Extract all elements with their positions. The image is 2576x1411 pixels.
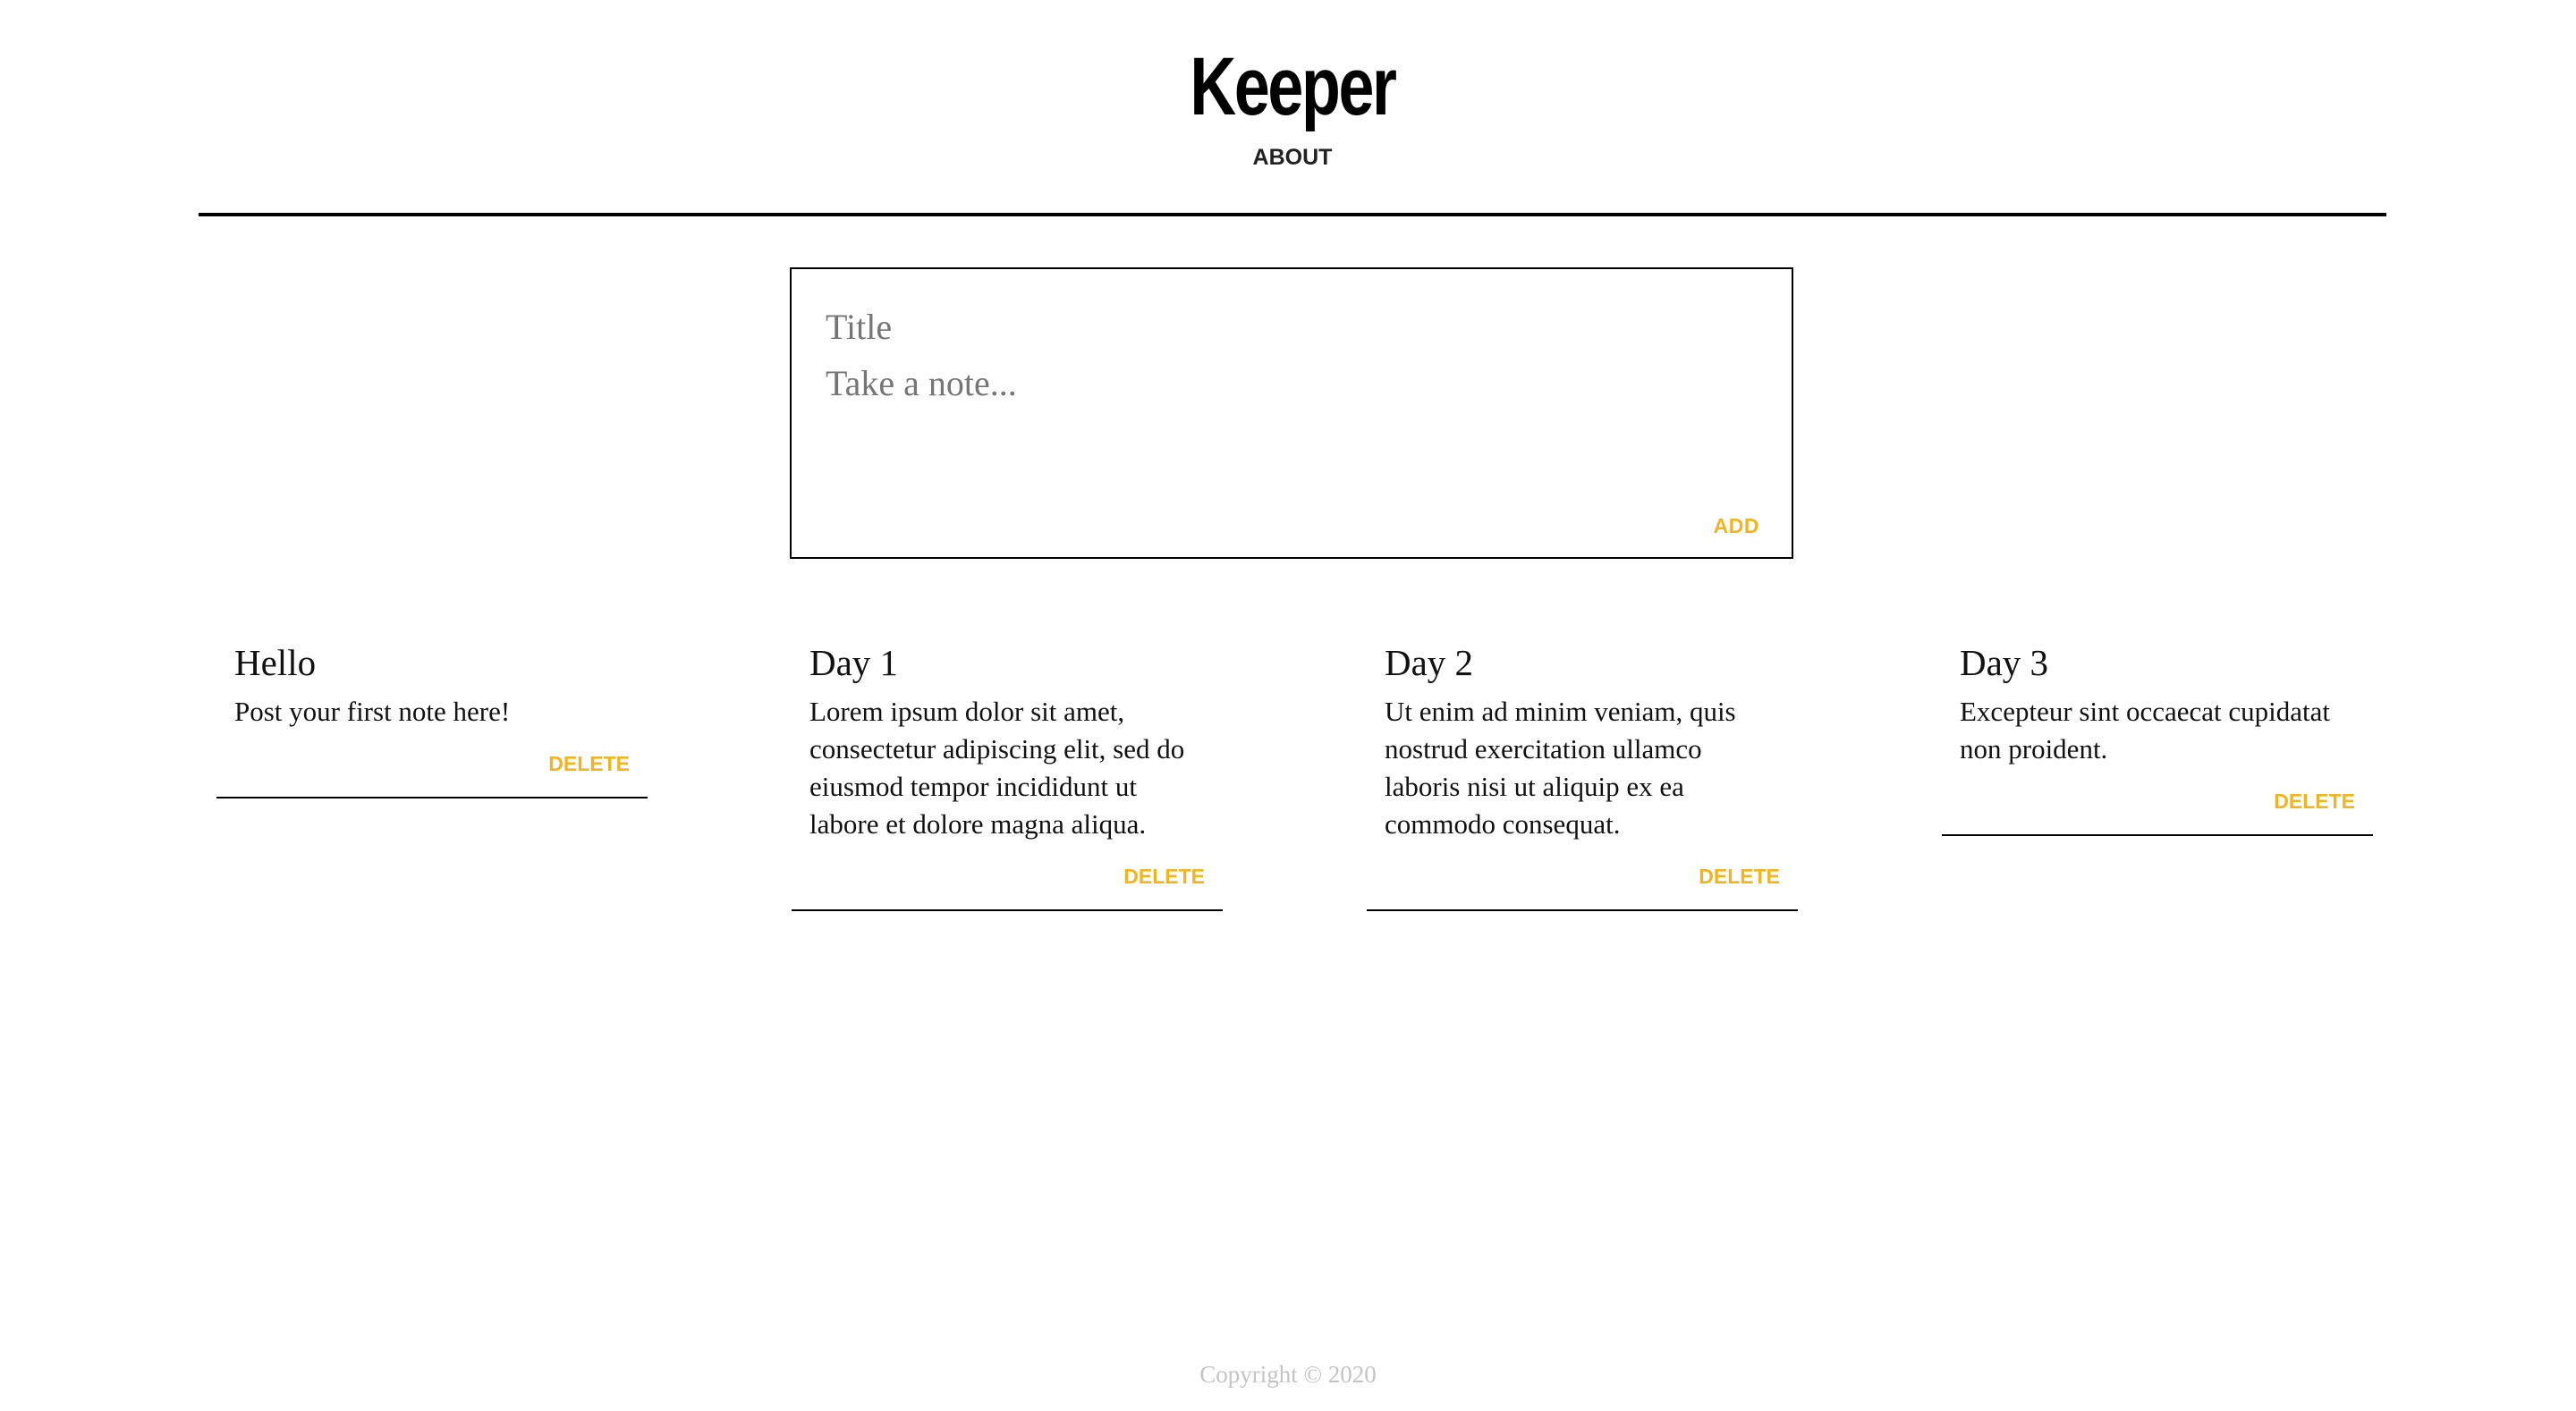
note-title: Day 2	[1385, 642, 1474, 683]
delete-button[interactable]: DELETE	[1385, 863, 1780, 890]
note-card: Hello Post your first note here! DELETE	[216, 630, 648, 798]
note-body: Post your first note here!	[234, 696, 511, 727]
note-body: Excepteur sint occaecat cupidatat non pr…	[1960, 696, 2330, 765]
note-card: Day 2 Ut enim ad minim veniam, quis nost…	[1367, 630, 1798, 911]
note-title: Day 1	[809, 642, 899, 683]
note-body: Ut enim ad minim veniam, quis nostrud ex…	[1385, 696, 1736, 840]
delete-button[interactable]: DELETE	[1960, 788, 2355, 815]
note-card: Day 3 Excepteur sint occaecat cupidatat …	[1942, 630, 2373, 836]
title-input[interactable]	[826, 303, 1756, 350]
footer-copyright: Copyright © 2020	[1199, 1361, 1377, 1388]
note-title: Hello	[234, 642, 317, 683]
brand-logo[interactable]: Keeper	[439, 38, 2146, 136]
note-title: Day 3	[1960, 642, 2049, 683]
note-card: Day 1 Lorem ipsum dolor sit amet, consec…	[792, 630, 1223, 911]
delete-button[interactable]: DELETE	[809, 863, 1205, 890]
add-button[interactable]: ADD	[1714, 514, 1759, 538]
page-header: Keeper ABOUT	[199, 0, 2386, 216]
note-textarea[interactable]	[826, 360, 1756, 459]
nav-about-link[interactable]: ABOUT	[199, 143, 2386, 172]
note-composer: ADD	[790, 267, 1793, 559]
note-body: Lorem ipsum dolor sit amet, consectetur …	[809, 696, 1185, 840]
delete-button[interactable]: DELETE	[234, 750, 630, 777]
